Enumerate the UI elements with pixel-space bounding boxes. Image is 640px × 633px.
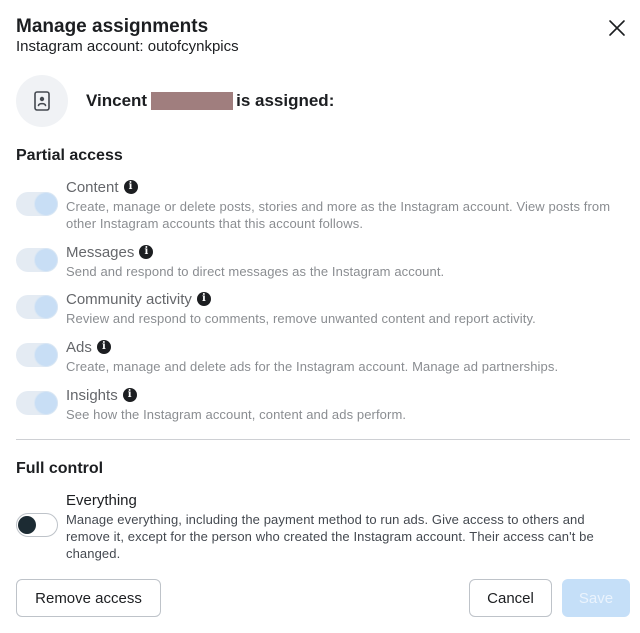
remove-access-button[interactable]: Remove access — [16, 579, 161, 617]
insights-toggle[interactable] — [16, 391, 58, 415]
permission-title: Community activity i — [66, 290, 621, 308]
close-button[interactable] — [605, 16, 629, 40]
save-button[interactable]: Save — [562, 579, 630, 617]
permission-title: Messages i — [66, 243, 621, 261]
permission-description: Review and respond to comments, remove u… — [66, 311, 536, 326]
everything-toggle[interactable] — [16, 513, 58, 537]
dialog-title: Manage assignments — [16, 16, 209, 37]
community-activity-toggle[interactable] — [16, 295, 58, 319]
section-divider — [16, 439, 630, 440]
partial-access-heading: Partial access — [16, 147, 123, 164]
info-icon[interactable]: i — [122, 388, 137, 402]
permission-description: Manage everything, including the payment… — [66, 512, 594, 561]
content-title: Content — [66, 178, 119, 196]
everything-title: Everything — [66, 491, 137, 509]
permission-description: Send and respond to direct messages as t… — [66, 264, 445, 279]
assignee-suffix: is assigned: — [236, 91, 335, 110]
community-activity-title: Community activity — [66, 290, 192, 308]
messages-title: Messages — [66, 243, 135, 261]
ads-toggle[interactable] — [16, 343, 58, 367]
permission-title: Content i — [66, 178, 621, 196]
permission-title: Everything — [66, 491, 621, 509]
permission-title: Ads i — [66, 338, 621, 356]
insights-title: Insights — [66, 386, 118, 404]
messages-toggle[interactable] — [16, 248, 58, 272]
permission-description: See how the Instagram account, content a… — [66, 407, 407, 422]
assignee-statement: Vincent is assigned: — [86, 91, 334, 111]
redacted-last-name — [151, 92, 234, 110]
permission-description: Create, manage or delete posts, stories … — [66, 199, 611, 231]
info-icon[interactable]: i — [196, 292, 211, 306]
permission-description: Create, manage and delete ads for the In… — [66, 359, 559, 374]
contact-card-icon — [34, 91, 50, 111]
assignee-first-name: Vincent — [86, 91, 148, 110]
info-icon[interactable]: i — [96, 340, 111, 354]
ads-title: Ads — [66, 338, 92, 356]
dialog-subtitle: Instagram account: outofcynkpics — [16, 38, 239, 55]
info-icon[interactable]: i — [123, 180, 138, 194]
permission-title: Insights i — [66, 386, 621, 404]
close-icon — [609, 20, 625, 36]
info-icon[interactable]: i — [139, 245, 154, 259]
cancel-button[interactable]: Cancel — [469, 579, 552, 617]
content-toggle[interactable] — [16, 192, 58, 216]
assignee-row: Vincent is assigned: — [16, 74, 334, 128]
full-control-heading: Full control — [16, 460, 104, 477]
avatar — [16, 75, 68, 127]
